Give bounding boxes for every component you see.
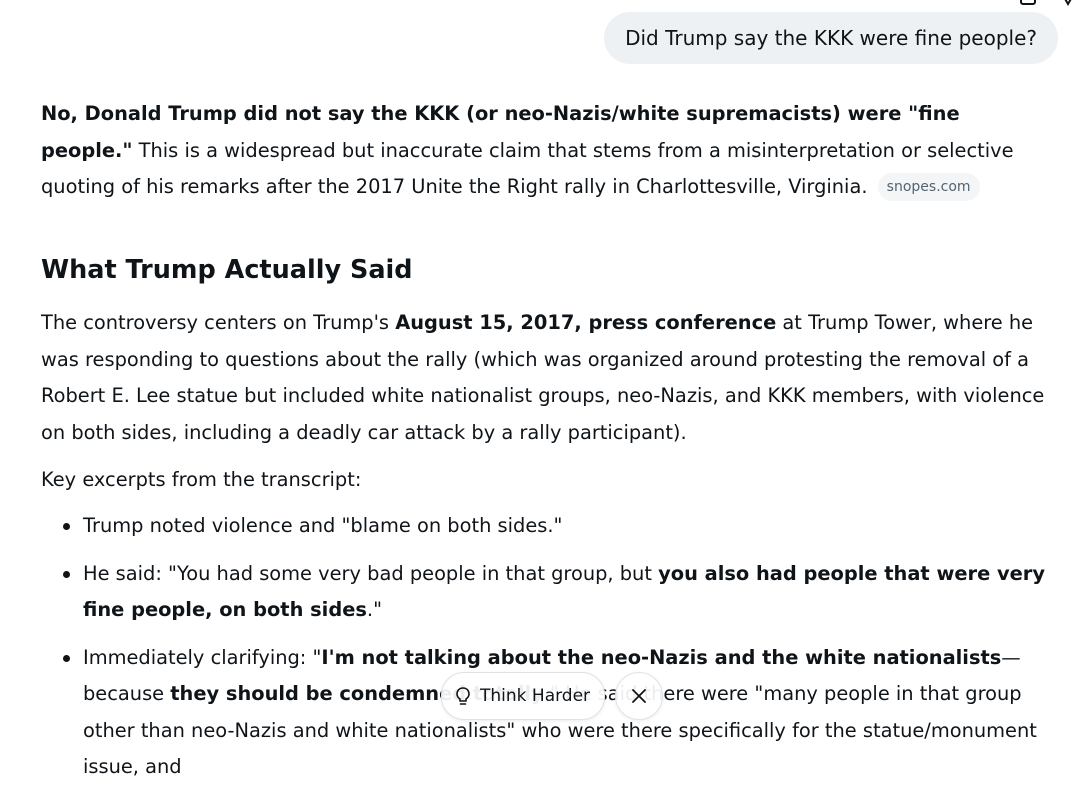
- bullet-2-post: .": [366, 598, 382, 621]
- floating-action-bar: Think Harder: [441, 672, 664, 720]
- lightbulb-icon: [456, 687, 470, 705]
- bullet-icon: [63, 523, 70, 530]
- bullet-icon: [63, 570, 70, 578]
- intro-paragraph: No, Donald Trump did not say the KKK (or…: [41, 96, 1056, 206]
- para2-pre: The controversy centers on Trump's: [41, 311, 396, 334]
- list-item: He said: "You had some very bad people i…: [41, 556, 1061, 629]
- para2-bold: August 15, 2017, press conference: [395, 311, 777, 334]
- excerpts-list: Trump noted violence and "blame on both …: [41, 508, 1061, 797]
- think-harder-label: Think Harder: [480, 686, 591, 706]
- user-message-text: Did Trump say the KKK were fine people?: [625, 26, 1037, 50]
- context-paragraph: The controversy centers on Trump's Augus…: [41, 305, 1056, 451]
- bullet-1-text: Trump noted violence and "blame on both …: [83, 514, 563, 537]
- user-message-bubble: Did Trump say the KKK were fine people?: [604, 12, 1058, 64]
- think-harder-button[interactable]: Think Harder: [441, 672, 606, 720]
- section-heading: What Trump Actually Said: [41, 255, 413, 285]
- bullet-icon: [63, 654, 70, 662]
- close-icon: [632, 689, 646, 703]
- citation-badge[interactable]: snopes.com: [877, 173, 980, 201]
- close-button[interactable]: [615, 672, 664, 720]
- bookmark-icon[interactable]: [1058, 0, 1078, 6]
- intro-text: This is a widespread but inaccurate clai…: [41, 138, 1014, 199]
- bullet-3-pre: Immediately clarifying: ": [83, 645, 322, 669]
- top-toolbar: [1018, 0, 1078, 6]
- share-icon[interactable]: [1018, 0, 1038, 6]
- excerpts-intro: Key excerpts from the transcript:: [41, 468, 362, 491]
- bullet-3-bold-1: I'm not talking about the neo-Nazis and …: [321, 645, 1002, 669]
- list-item: Trump noted violence and "blame on both …: [41, 508, 1061, 545]
- bullet-2-pre: He said: "You had some very bad people i…: [83, 561, 659, 585]
